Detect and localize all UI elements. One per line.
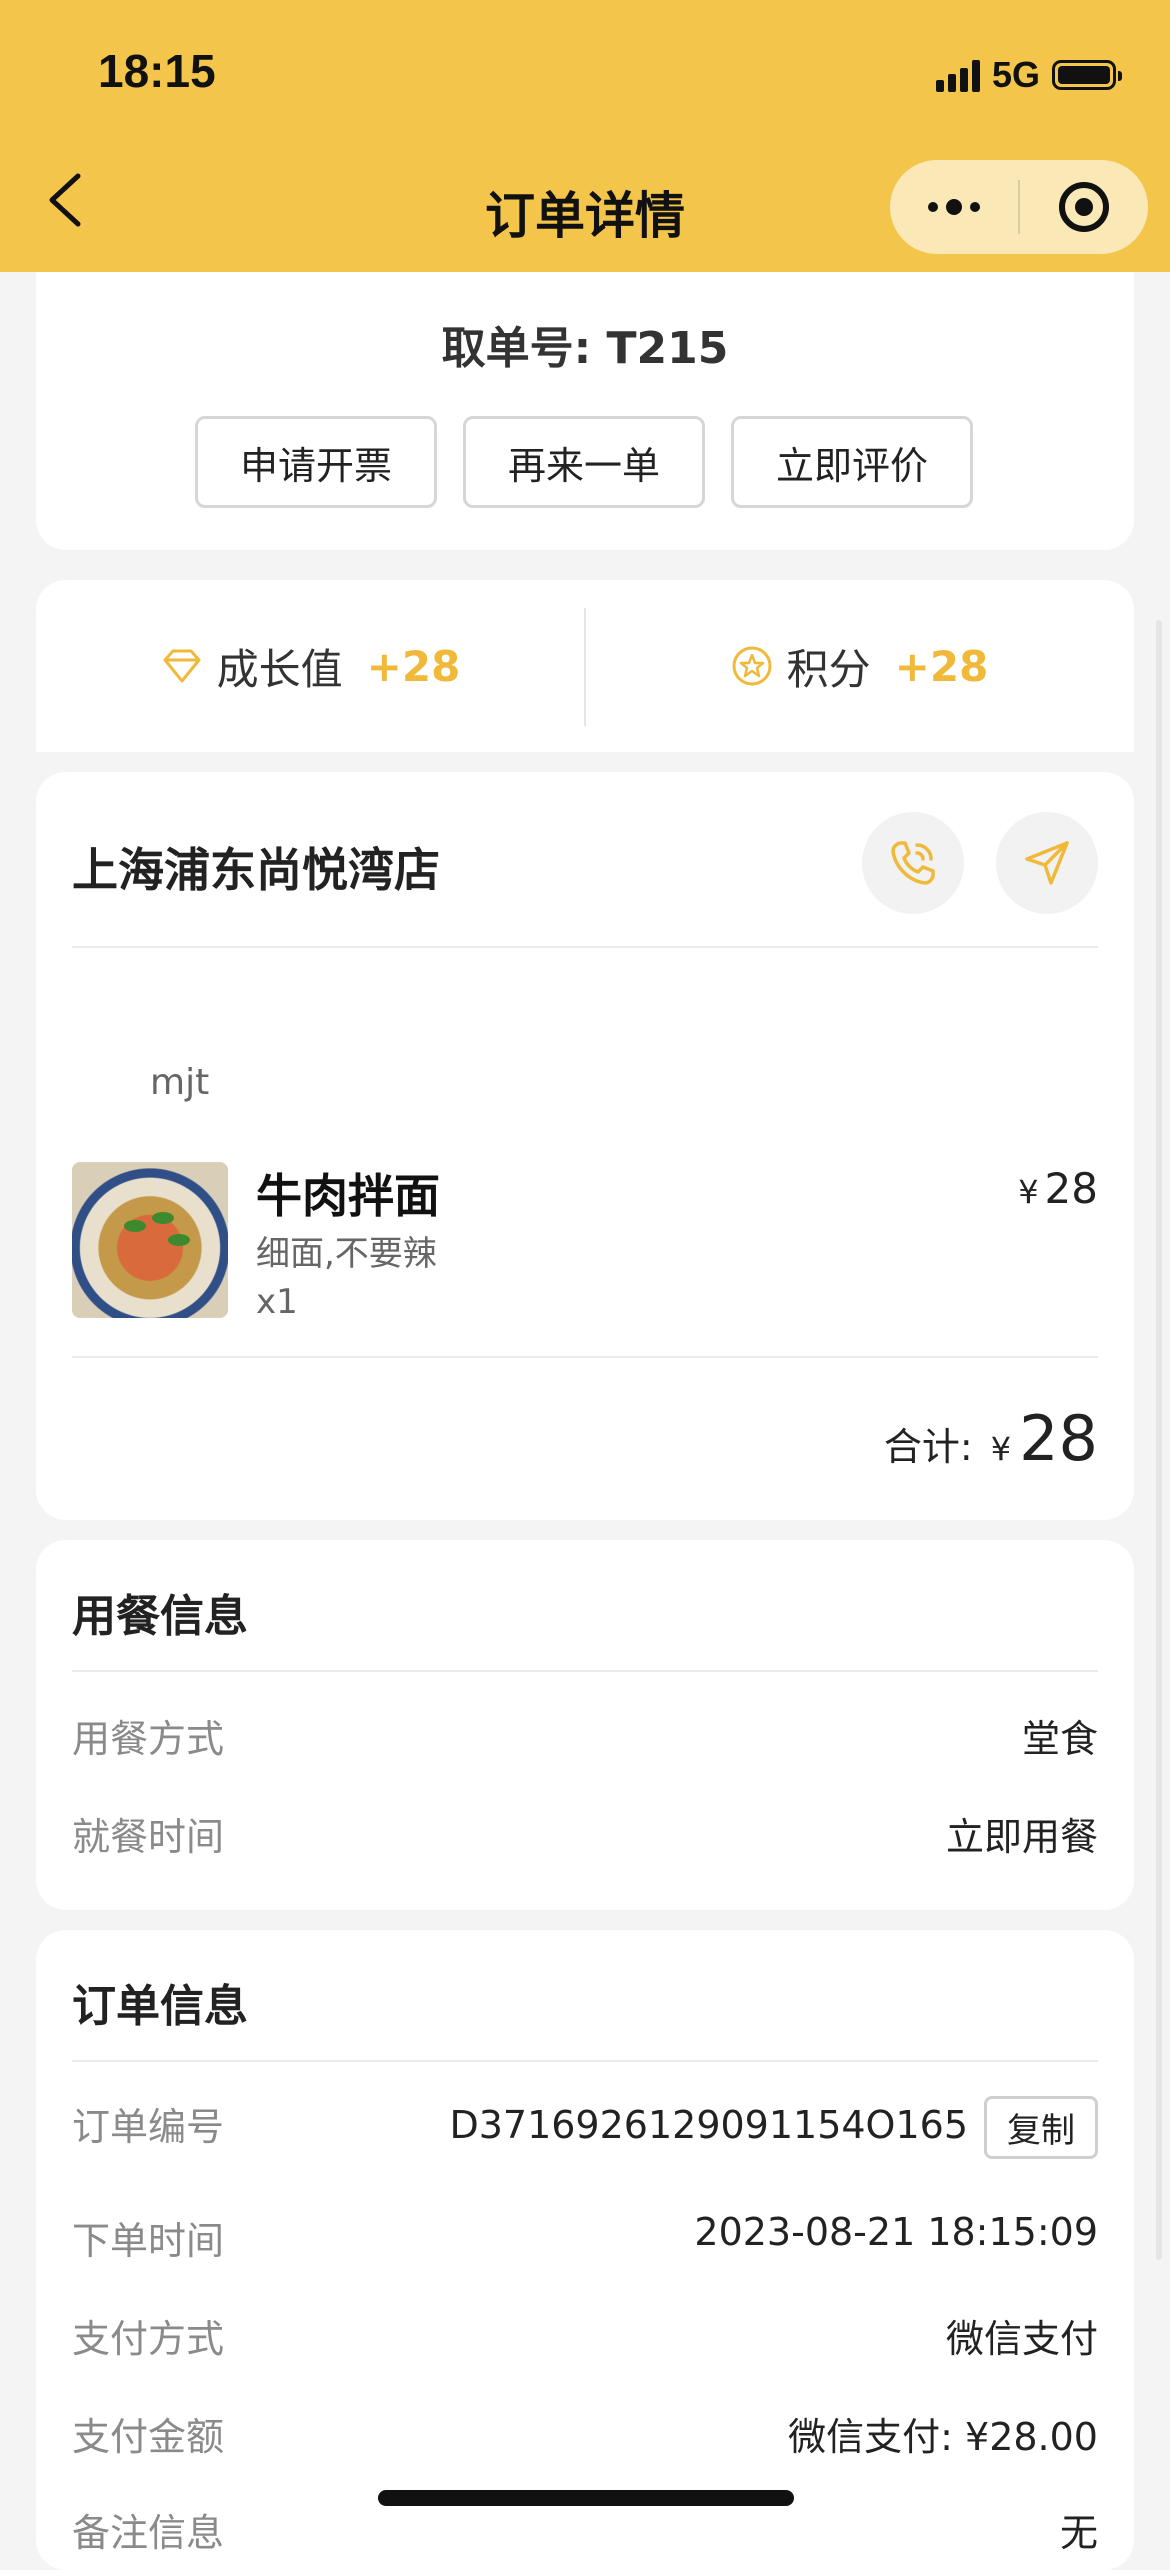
item-maker: mjt (150, 1062, 210, 1103)
reorder-button[interactable]: 再来一单 (463, 416, 705, 508)
item-spec: 细面,不要辣 (256, 1234, 437, 1274)
order-info-title: 订单信息 (72, 1981, 248, 2032)
item-currency: ¥ (1018, 1173, 1039, 1211)
status-time: 18:15 (98, 45, 216, 97)
dining-divider (72, 1670, 1098, 1672)
status-indicators: 5G (935, 52, 1122, 98)
copy-button[interactable]: 复制 (984, 2096, 1098, 2159)
payment-method-value: 微信支付 (945, 2317, 1098, 2361)
total-label: 合计: (883, 1425, 973, 1469)
order-time-value: 2023-08-21 18:15:09 (694, 2210, 1098, 2254)
top-bar: 18:15 5G 订单详情 (0, 0, 1170, 272)
battery-icon (1052, 60, 1122, 90)
navigate-button[interactable] (996, 812, 1098, 914)
network-type: 5G (991, 54, 1040, 95)
order-number-label: 订单编号 (72, 2105, 225, 2149)
dining-title: 用餐信息 (72, 1591, 248, 1642)
order-actions: 申请开票 再来一单 立即评价 (195, 416, 973, 508)
total-amount: 28 (1019, 1402, 1098, 1475)
star-coin-icon (732, 646, 772, 686)
mini-program-capsule (890, 160, 1148, 254)
close-button[interactable] (1020, 160, 1148, 254)
order-info-card: 订单信息 订单编号 D3716926129091154O165 复制 下单时间 2… (36, 1930, 1134, 2570)
remark-label: 备注信息 (72, 2511, 225, 2555)
growth-value-item: 成长值 +28 (36, 580, 585, 752)
payment-amount-value: 微信支付: ¥28.00 (788, 2415, 1098, 2459)
phone-icon (891, 841, 935, 885)
signal-icon (935, 58, 980, 92)
score-item: 积分 +28 (585, 580, 1134, 752)
diamond-icon (163, 649, 201, 683)
rewards-card: 成长值 +28 积分 +28 (36, 580, 1134, 752)
item-price: ¥28 (1018, 1164, 1098, 1213)
review-button[interactable]: 立即评价 (731, 416, 973, 508)
store-divider (72, 946, 1098, 948)
score-label: 积分 (786, 644, 871, 694)
order-info-divider (72, 2060, 1098, 2062)
order-time-label: 下单时间 (72, 2219, 225, 2263)
navigate-icon (1025, 841, 1069, 885)
order-number-value: D3716926129091154O165 (449, 2103, 968, 2147)
more-button[interactable] (890, 160, 1018, 254)
total-divider (72, 1356, 1098, 1358)
payment-amount-label: 支付金额 (72, 2415, 225, 2459)
call-store-button[interactable] (862, 812, 964, 914)
dining-time-value: 立即用餐 (945, 1815, 1098, 1859)
dining-info-card: 用餐信息 用餐方式 堂食 就餐时间 立即用餐 (36, 1540, 1134, 1910)
store-order-card: 上海浦东尚悦湾店 mjt 牛肉拌面 细面,不要辣 x1 ¥28 合计: ¥ 28 (36, 772, 1134, 1520)
home-indicator[interactable] (378, 2490, 794, 2506)
growth-label: 成长值 (216, 644, 343, 694)
item-quantity: x1 (256, 1282, 298, 1322)
invoice-button[interactable]: 申请开票 (195, 416, 437, 508)
order-number-row: D3716926129091154O165 复制 (449, 2096, 1098, 2159)
total-currency: ¥ (990, 1430, 1012, 1468)
more-icon (928, 199, 980, 215)
payment-method-label: 支付方式 (72, 2317, 225, 2361)
growth-amount: +28 (366, 641, 461, 691)
dining-time-label: 就餐时间 (72, 1815, 225, 1859)
scrollbar[interactable] (1156, 620, 1162, 2260)
dining-method-label: 用餐方式 (72, 1717, 225, 1761)
item-name: 牛肉拌面 (256, 1169, 440, 1223)
pickup-number: 取单号: T215 (441, 323, 729, 374)
order-total: 合计: ¥ 28 (884, 1402, 1098, 1475)
food-image (72, 1162, 228, 1318)
store-name: 上海浦东尚悦湾店 (72, 843, 440, 897)
item-price-value: 28 (1044, 1164, 1098, 1213)
dining-method-value: 堂食 (1021, 1717, 1098, 1761)
remark-value: 无 (1059, 2511, 1098, 2555)
score-amount: +28 (894, 641, 989, 691)
close-target-icon (1059, 182, 1109, 232)
